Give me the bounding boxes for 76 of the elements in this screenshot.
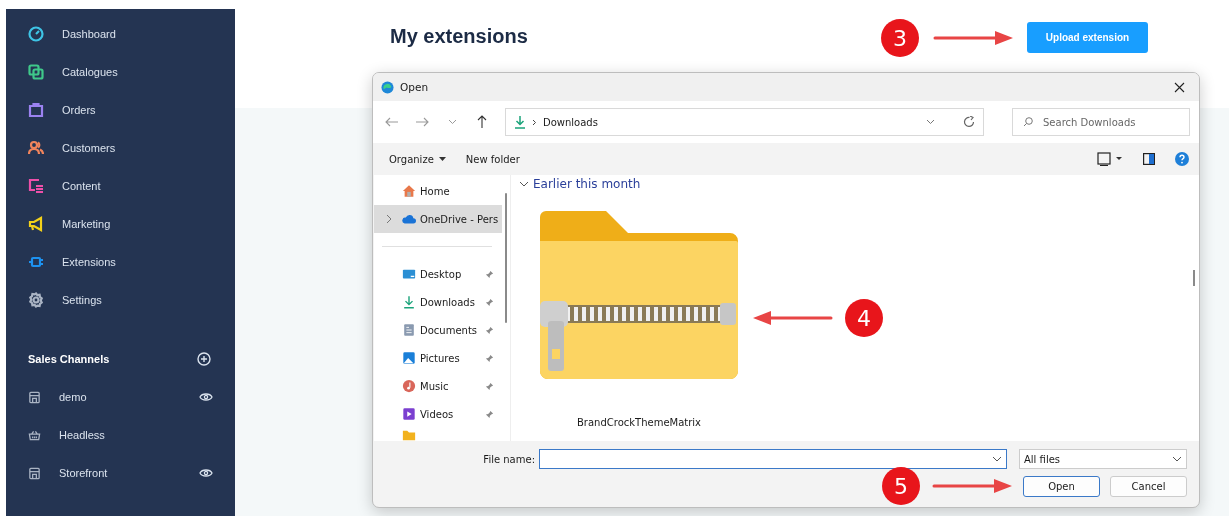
add-icon[interactable]: [197, 352, 211, 366]
pin-icon[interactable]: [485, 381, 494, 391]
store-icon: [28, 466, 41, 480]
preview-pane-icon[interactable]: [1143, 151, 1155, 167]
chevron-down-icon[interactable]: [926, 119, 935, 125]
sidebar-item[interactable]: Dashboard: [6, 15, 235, 53]
store-icon: [28, 390, 41, 404]
chevron-down-icon: [1172, 454, 1182, 464]
open-button[interactable]: Open: [1023, 476, 1100, 497]
chevron-down-icon: [519, 180, 529, 188]
nav-item[interactable]: Videos: [374, 400, 502, 428]
sales-channel-item[interactable]: Storefront: [6, 454, 235, 492]
sidebar-item[interactable]: Customers: [6, 129, 235, 167]
pin-icon[interactable]: [485, 269, 494, 279]
document-icon: [402, 323, 416, 337]
file-item[interactable]: BrandCrockThemeMatrix: [539, 211, 739, 428]
nav-item[interactable]: OneDrive - Pers: [374, 205, 502, 233]
pin-icon[interactable]: [485, 297, 494, 307]
search-icon: [1023, 117, 1033, 127]
music-icon: [402, 379, 416, 393]
pin-icon[interactable]: [485, 353, 494, 363]
nav-item[interactable]: Downloads: [374, 288, 502, 316]
organize-button[interactable]: Organize: [389, 153, 446, 165]
pin-icon[interactable]: [485, 325, 494, 335]
expand-icon[interactable]: [384, 214, 394, 224]
file-name-field[interactable]: [539, 449, 1007, 469]
chevron-down-icon: [447, 119, 457, 125]
app-icon: [381, 80, 394, 94]
pin-icon[interactable]: [485, 409, 494, 419]
address-bar[interactable]: Downloads: [505, 108, 984, 136]
file-name: BrandCrockThemeMatrix: [576, 417, 701, 428]
cloud-icon: [402, 212, 416, 226]
sidebar-item[interactable]: Extensions: [6, 243, 235, 281]
video-icon: [402, 407, 416, 421]
forward-arrow-icon: [415, 117, 429, 127]
file-type-dropdown[interactable]: All files: [1019, 449, 1187, 469]
folder-icon: [402, 428, 416, 441]
sidebar-item[interactable]: Settings: [6, 281, 235, 319]
sidebar-item[interactable]: Orders: [6, 91, 235, 129]
nav-item[interactable]: Desktop: [374, 260, 502, 288]
view-options-icon[interactable]: [1097, 151, 1123, 167]
page-title: My extensions: [390, 25, 528, 48]
sidebar-item[interactable]: Marketing: [6, 205, 235, 243]
home-icon: [402, 184, 416, 198]
caret-icon: [438, 157, 446, 161]
basket-icon: [28, 428, 41, 442]
eye-icon[interactable]: [199, 468, 213, 478]
search-field[interactable]: Search Downloads: [1012, 108, 1190, 136]
sales-channel-item[interactable]: demo: [6, 378, 235, 416]
desktop-icon: [402, 267, 416, 281]
nav-item[interactable]: Pictures: [374, 344, 502, 372]
file-name-label: File name:: [483, 453, 535, 465]
close-icon: [1173, 81, 1185, 93]
sales-channel-item[interactable]: Headless: [6, 416, 235, 454]
zipped-folder-icon: [540, 211, 738, 379]
up-arrow-icon: [477, 115, 487, 129]
download-icon: [402, 295, 416, 309]
back-arrow-icon: [385, 117, 399, 127]
new-folder-button[interactable]: New folder: [465, 153, 520, 165]
sidebar-item[interactable]: Catalogues: [6, 53, 235, 91]
dialog-title: Open: [400, 81, 430, 93]
nav-item[interactable]: Music: [374, 372, 502, 400]
eye-icon[interactable]: [199, 392, 213, 402]
nav-item[interactable]: Documents: [374, 316, 502, 344]
refresh-icon[interactable]: [963, 116, 975, 128]
nav-item[interactable]: Home: [374, 177, 502, 205]
sidebar-item[interactable]: Content: [6, 167, 235, 205]
download-icon: [514, 115, 526, 129]
help-icon[interactable]: [1175, 151, 1189, 167]
group-header[interactable]: Earlier this month: [519, 177, 1189, 191]
picture-icon: [402, 351, 416, 365]
section-title: Sales Channels: [28, 353, 110, 365]
step-badge: 3: [881, 19, 919, 57]
chevron-down-icon[interactable]: [992, 454, 1002, 464]
cancel-button[interactable]: Cancel: [1110, 476, 1187, 497]
chevron-right-icon: [532, 118, 537, 126]
